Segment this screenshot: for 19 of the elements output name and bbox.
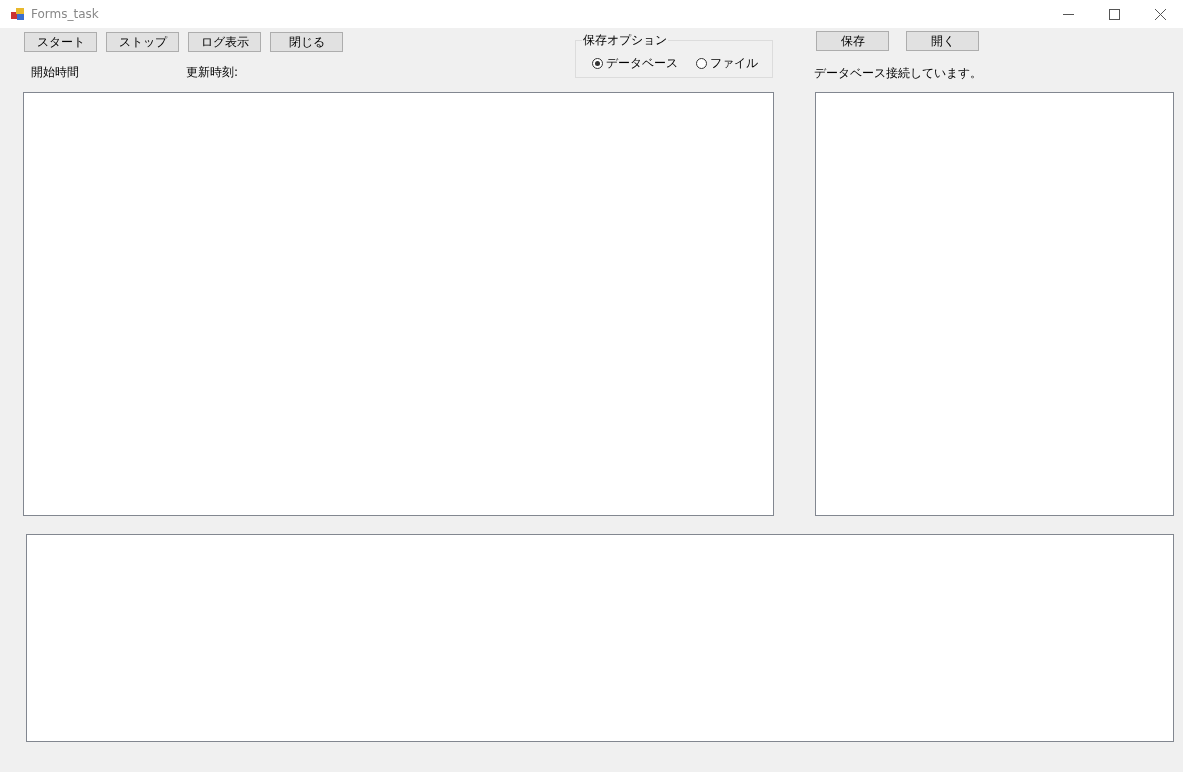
toolbar-button[interactable]: ログ表示 — [188, 32, 261, 52]
update-time-label: 更新時刻: — [186, 65, 239, 79]
toolbar-button[interactable]: 閉じる — [270, 32, 343, 52]
start-time-label: 開始時間 — [31, 65, 80, 79]
status-label: データベース接続しています。 — [814, 65, 983, 82]
window-title: Forms_task — [31, 7, 99, 21]
toolbar-button[interactable]: スタート — [24, 32, 97, 52]
radio-button[interactable] — [592, 57, 603, 69]
toolbar-button[interactable]: ストップ — [106, 32, 179, 52]
radio-button[interactable] — [696, 57, 707, 69]
app-icon — [11, 7, 25, 21]
minimize-icon[interactable] — [1062, 13, 1074, 15]
maximize-icon[interactable] — [1108, 8, 1120, 20]
file-button[interactable]: 開く — [906, 31, 979, 51]
close-icon[interactable] — [1154, 8, 1166, 20]
group-title: 保存オプション — [582, 33, 668, 47]
file-button[interactable]: 保存 — [816, 31, 889, 51]
radio-label: ファイル — [710, 54, 758, 72]
radio-label: データベース — [606, 54, 678, 72]
